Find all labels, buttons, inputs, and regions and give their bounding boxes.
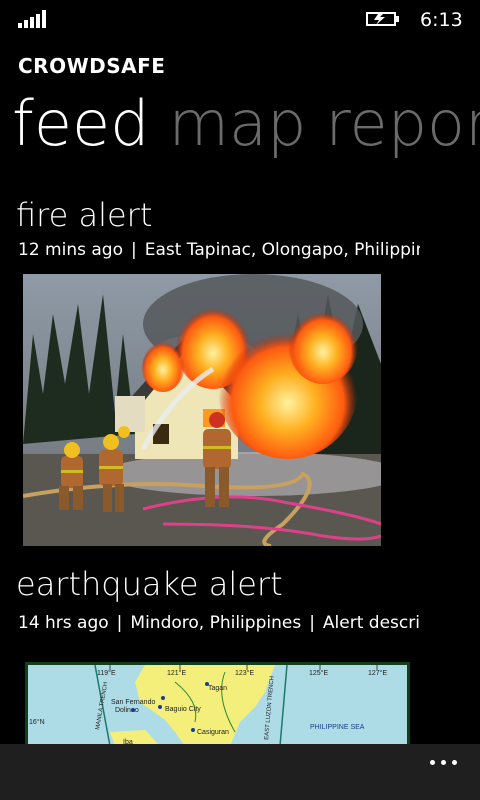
map-label: Baguio City: [165, 706, 201, 713]
feed-item-earthquake-alert[interactable]: earthquake alert 14 hrs ago | Mindoro, Phi…: [0, 565, 480, 746]
pivot-tab-map[interactable]: map: [169, 84, 307, 164]
clock: 6:13: [420, 9, 463, 31]
map-label: 121°E: [167, 669, 186, 677]
map-label: 125°E: [309, 669, 328, 677]
feed-item-meta: 14 hrs ago | Mindoro, Philippines | Alert de…: [18, 613, 420, 633]
map-label: PHILIPPINE SEA: [310, 724, 365, 731]
pivot-tab-report[interactable]: report: [325, 84, 480, 164]
feed-item-time: 14 hrs ago: [18, 613, 109, 633]
map-label: 123°E: [235, 669, 254, 677]
feed-item-title: fire alert: [16, 196, 153, 234]
feed-item-description: Alert description: [322, 613, 420, 633]
feed-item-fire-alert[interactable]: fire alert 12 mins ago | East Tapinac, Olo…: [0, 190, 480, 560]
map-label: 119°E: [97, 669, 116, 677]
map-label: 16°N: [29, 718, 45, 726]
map-label: 127°E: [368, 669, 387, 677]
feed-list[interactable]: fire alert 12 mins ago | East Tapinac, Olo…: [0, 190, 480, 746]
feed-item-location: East Tapinac, Olongapo, Philippines: [144, 240, 420, 260]
map-label: Casiguran: [197, 729, 229, 736]
fire-photo[interactable]: [23, 274, 381, 546]
ellipsis-icon[interactable]: [424, 750, 464, 774]
pivot-headers: feed map report: [12, 84, 480, 164]
map-label: Dolinao: [115, 707, 139, 714]
feed-item-location: Mindoro, Philippines: [130, 613, 302, 633]
feed-item-meta: 12 mins ago | East Tapinac, Olongapo, Phil…: [18, 240, 420, 260]
earthquake-map-image[interactable]: 119°E 121°E 123°E 125°E 127°E 16°N San F…: [25, 662, 410, 746]
app-bar: [0, 744, 480, 800]
status-bar: 6:13: [0, 0, 480, 40]
map-label: Tagan: [208, 685, 227, 692]
app-title: CROWDSAFE: [18, 54, 166, 78]
feed-item-title: earthquake alert: [16, 565, 283, 603]
map-label: San Fernando: [111, 699, 155, 706]
signal-strength-icon: [18, 10, 48, 28]
pivot-tab-feed[interactable]: feed: [12, 84, 149, 164]
feed-item-time: 12 mins ago: [18, 240, 123, 260]
battery-charging-icon: [366, 12, 399, 26]
